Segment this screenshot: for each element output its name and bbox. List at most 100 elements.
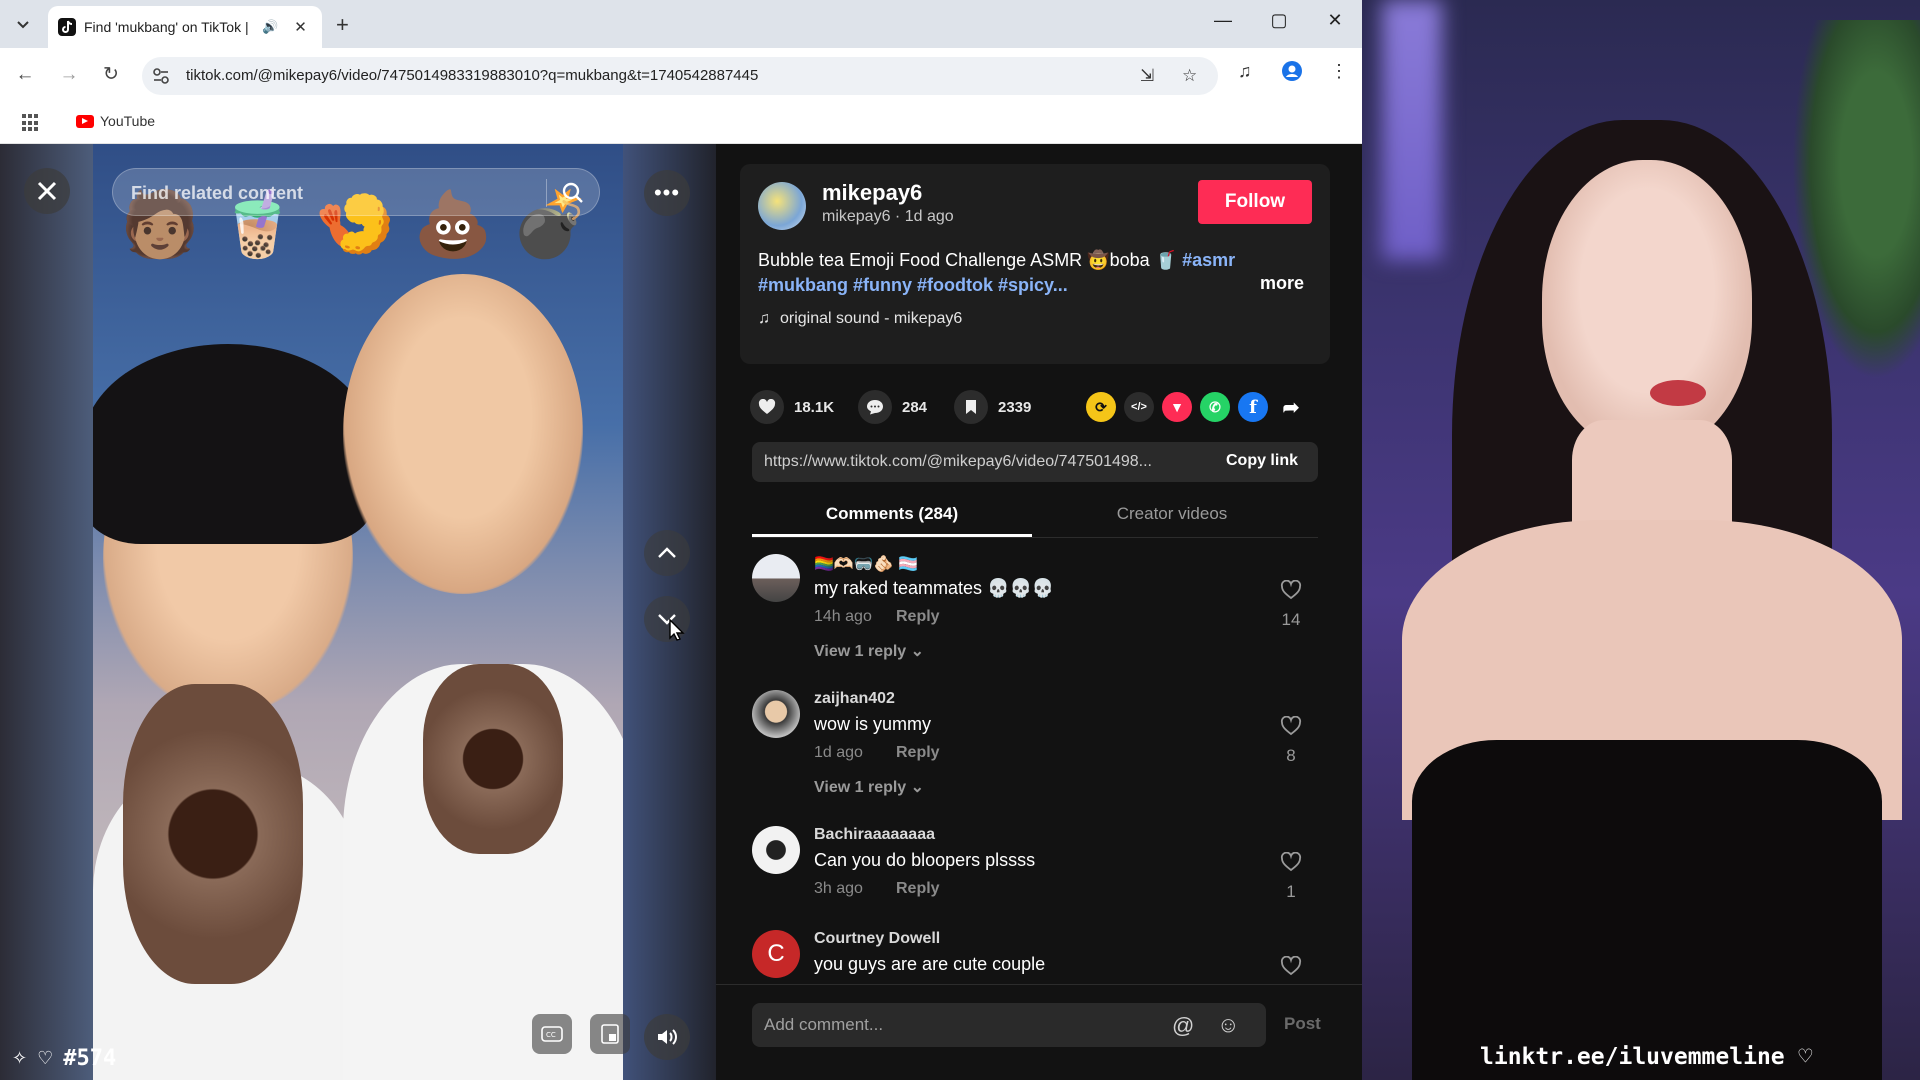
comment-heart-icon[interactable] bbox=[1276, 715, 1306, 741]
heart-outline-icon: ♡ bbox=[37, 1048, 54, 1068]
install-app-icon[interactable]: ⇲ bbox=[1140, 66, 1154, 86]
comment-username[interactable]: 🏳️‍🌈🫶🏻🥽🫵🏻 🏳️‍⚧️ bbox=[814, 554, 918, 574]
tab-comments[interactable]: Comments (284) bbox=[752, 504, 1032, 524]
embed-code-icon[interactable]: </> bbox=[1124, 392, 1154, 422]
share-arrow-icon[interactable]: ➦ bbox=[1276, 392, 1306, 422]
search-divider bbox=[546, 179, 547, 207]
tab-tiktok[interactable]: Find 'mukbang' on TikTok | 🔊 ✕ bbox=[48, 6, 322, 48]
video-hair-left bbox=[93, 344, 373, 544]
send-to-friends-icon[interactable]: ▼ bbox=[1162, 392, 1192, 422]
mention-icon[interactable]: @ bbox=[1172, 1013, 1194, 1039]
repost-icon[interactable]: ⟳ bbox=[1086, 392, 1116, 422]
heart-icon[interactable] bbox=[750, 390, 784, 424]
apps-grid-icon[interactable] bbox=[22, 114, 40, 132]
whatsapp-icon[interactable]: ✆ bbox=[1200, 392, 1230, 422]
bookmark-icon[interactable] bbox=[954, 390, 988, 424]
minimize-icon[interactable]: — bbox=[1208, 10, 1238, 31]
close-icon bbox=[37, 181, 57, 201]
tab-search-button[interactable] bbox=[10, 12, 36, 38]
hashtags-line[interactable]: #mukbang #funny #foodtok #spicy... bbox=[758, 275, 1068, 295]
browser-window: Find 'mukbang' on TikTok | 🔊 ✕ + — ▢ ✕ ←… bbox=[0, 0, 1362, 1080]
comment-heart-icon[interactable] bbox=[1276, 955, 1306, 981]
comment-input-bar: Add comment... @ ☺ Post bbox=[716, 984, 1362, 1080]
comment-avatar[interactable] bbox=[752, 690, 800, 738]
tab-creator-videos[interactable]: Creator videos bbox=[1032, 504, 1312, 524]
copy-link-button[interactable]: Copy link bbox=[1226, 452, 1298, 470]
chevron-down-icon: ⌄ bbox=[910, 779, 925, 796]
search-icon[interactable] bbox=[561, 181, 585, 205]
comment-heart-icon[interactable] bbox=[1276, 579, 1306, 605]
video-frame[interactable] bbox=[93, 144, 623, 1080]
share-link-row: https://www.tiktok.com/@mikepay6/video/7… bbox=[752, 442, 1318, 482]
comment-avatar[interactable] bbox=[752, 826, 800, 874]
comment-heart-icon[interactable] bbox=[1276, 851, 1306, 877]
comment-avatar[interactable] bbox=[752, 554, 800, 602]
comment-time: 1d ago bbox=[814, 744, 863, 761]
new-tab-button[interactable]: + bbox=[336, 12, 349, 38]
find-related-search[interactable]: Find related content bbox=[112, 168, 600, 216]
floating-player-button[interactable] bbox=[590, 1014, 630, 1054]
tab-close-icon[interactable]: ✕ bbox=[294, 18, 307, 36]
address-bar[interactable]: tiktok.com/@mikepay6/video/7475014983319… bbox=[142, 57, 1218, 95]
comment-reply-button[interactable]: Reply bbox=[896, 744, 940, 762]
maximize-icon[interactable]: ▢ bbox=[1264, 10, 1294, 31]
comment-action[interactable]: 284 bbox=[858, 390, 927, 424]
post-description: Bubble tea Emoji Food Challenge ASMR 🤠bo… bbox=[758, 248, 1318, 298]
comment-time: 14h ago bbox=[814, 608, 872, 625]
more-options-button[interactable]: ••• bbox=[644, 170, 690, 216]
close-video-button[interactable] bbox=[24, 168, 70, 214]
view-replies-button[interactable]: View 1 reply ⌄ bbox=[814, 641, 924, 661]
browser-menu-icon[interactable]: ⋮ bbox=[1330, 61, 1348, 82]
comment-username[interactable]: Bachiraaaaaaaa bbox=[814, 826, 935, 844]
facebook-icon[interactable]: f bbox=[1238, 392, 1268, 422]
follow-button[interactable]: Follow bbox=[1198, 180, 1312, 224]
video-food-right bbox=[423, 664, 563, 854]
comment-reply-button[interactable]: Reply bbox=[896, 880, 940, 898]
video-player[interactable]: 🧑🏽 🧋 🍤 💩 💣 Find related content ••• CC bbox=[0, 144, 716, 1080]
bookmark-youtube[interactable]: YouTube bbox=[76, 113, 155, 129]
previous-video-button[interactable] bbox=[644, 530, 690, 576]
comment-username[interactable]: Courtney Dowell bbox=[814, 930, 940, 948]
action-bar: 18.1K 284 2339 ⟳ </> ▼ ✆ f ➦ bbox=[740, 384, 1330, 430]
comment-icon[interactable] bbox=[858, 390, 892, 424]
bookmark-star-icon[interactable]: ☆ bbox=[1182, 66, 1197, 86]
chevron-down-icon bbox=[17, 21, 29, 29]
author-name[interactable]: mikepay6 bbox=[822, 180, 922, 206]
volume-button[interactable] bbox=[644, 1014, 690, 1060]
save-count: 2339 bbox=[998, 398, 1032, 416]
view-replies-label: View 1 reply bbox=[814, 643, 907, 660]
like-action[interactable]: 18.1K bbox=[750, 390, 834, 424]
video-food-left bbox=[123, 684, 303, 984]
post-comment-button[interactable]: Post bbox=[1284, 1014, 1321, 1034]
site-settings-icon[interactable] bbox=[152, 67, 170, 85]
description-more-link[interactable]: more bbox=[1260, 273, 1304, 294]
comment-like-count: 1 bbox=[1286, 882, 1296, 901]
captions-button[interactable]: CC bbox=[532, 1014, 572, 1054]
comment-reply-button[interactable]: Reply bbox=[896, 608, 940, 626]
reload-icon[interactable]: ↻ bbox=[98, 62, 124, 88]
window-close-icon[interactable]: ✕ bbox=[1320, 10, 1350, 31]
audio-playing-icon[interactable]: 🔊 bbox=[262, 19, 278, 35]
author-avatar[interactable] bbox=[758, 182, 806, 230]
sound-link[interactable]: ♫ original sound - mikepay6 bbox=[758, 310, 962, 328]
video-person-right bbox=[343, 274, 583, 594]
tiktok-favicon-icon bbox=[58, 18, 76, 36]
share-link-url[interactable]: https://www.tiktok.com/@mikepay6/video/7… bbox=[764, 453, 1204, 471]
comment-text: my raked teammates 💀💀💀 bbox=[814, 578, 1055, 598]
back-icon[interactable]: ← bbox=[12, 62, 38, 88]
forward-icon[interactable]: → bbox=[56, 62, 82, 88]
hashtag-asmr[interactable]: #asmr bbox=[1182, 250, 1235, 270]
sound-label: original sound - mikepay6 bbox=[780, 310, 963, 327]
stream-link-overlay: linktr.ee/iluvemmeline ♡ bbox=[1480, 1044, 1812, 1070]
comment-username[interactable]: zaijhan402 bbox=[814, 690, 895, 708]
comment-time: 3h ago bbox=[814, 880, 863, 897]
save-action[interactable]: 2339 bbox=[954, 390, 1031, 424]
view-replies-button[interactable]: View 1 reply ⌄ bbox=[814, 777, 924, 797]
media-control-icon[interactable]: ♫ bbox=[1238, 61, 1252, 82]
comment-avatar[interactable]: C bbox=[752, 930, 800, 978]
emoji-picker-icon[interactable]: ☺ bbox=[1217, 1012, 1239, 1038]
profile-icon[interactable] bbox=[1282, 61, 1302, 86]
chevron-down-icon: ⌄ bbox=[910, 643, 925, 660]
add-comment-input[interactable]: Add comment... @ ☺ bbox=[752, 1003, 1266, 1047]
comment-text: you guys are are cute couple bbox=[814, 954, 1046, 974]
